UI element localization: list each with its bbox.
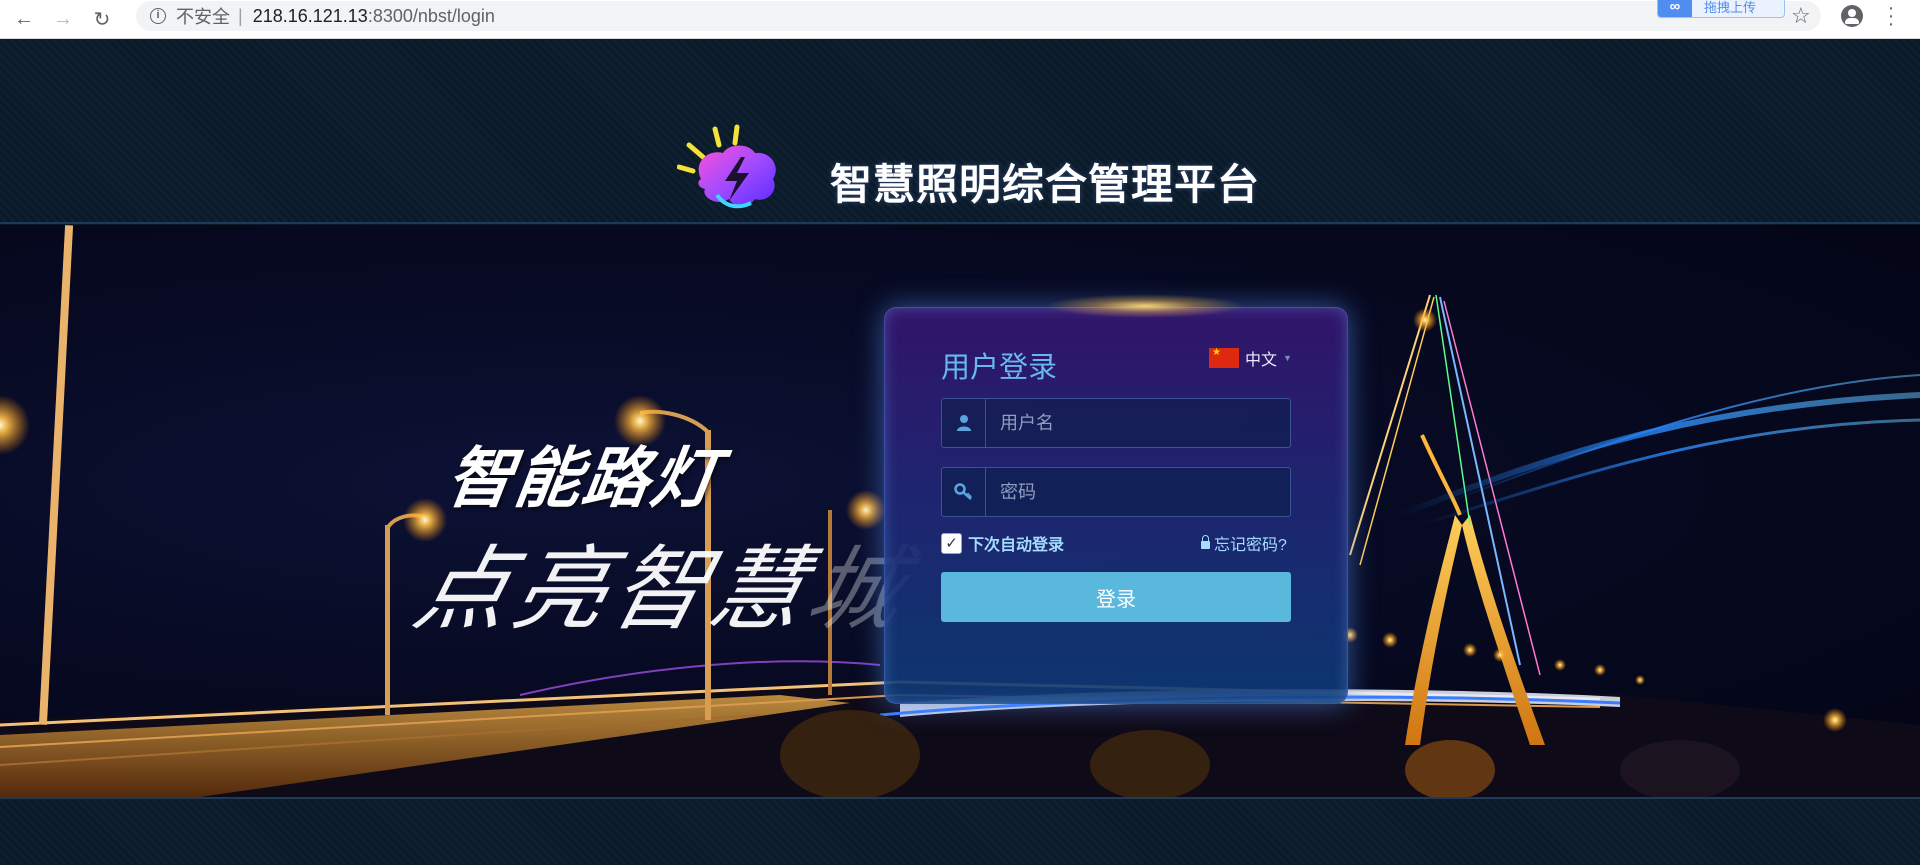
account-icon[interactable] <box>1841 5 1863 27</box>
slogan-script-text: 点亮智慧 <box>404 536 824 643</box>
back-icon[interactable]: ← <box>9 4 39 34</box>
forgot-password-link[interactable]: 忘记密码? <box>1201 531 1287 555</box>
slogan-script: 点亮智慧城 <box>403 515 926 648</box>
slogan-main: 智能路灯 <box>442 441 725 515</box>
remember-me[interactable]: ✓ 下次自动登录 <box>941 531 1064 555</box>
remember-label: 下次自动登录 <box>968 537 1065 554</box>
star-icon[interactable]: ☆ <box>1791 3 1811 29</box>
username-input[interactable] <box>986 399 1290 447</box>
reload-icon[interactable]: ↻ <box>87 4 117 34</box>
url-separator: | <box>238 5 243 26</box>
language-selector[interactable]: 中文 ▼ <box>1209 346 1292 370</box>
forgot-password-label: 忘记密码? <box>1214 537 1287 554</box>
user-icon <box>942 399 986 447</box>
browser-toolbar: ← → ↻ i 不安全 | 218.16.121.13:8300/nbst/lo… <box>0 0 1920 39</box>
extension-logo-icon: ∞ <box>1658 0 1692 17</box>
remember-checkbox[interactable]: ✓ <box>941 532 962 554</box>
address-bar[interactable]: i 不安全 | 218.16.121.13:8300/nbst/login <box>136 1 1821 31</box>
page-footer <box>0 797 1920 865</box>
chevron-down-icon: ▼ <box>1283 353 1292 363</box>
page-header: 智慧照明综合管理平台 <box>0 39 1920 224</box>
lock-icon <box>1201 535 1210 549</box>
password-input[interactable] <box>986 468 1290 516</box>
security-label: 不安全 <box>176 7 230 27</box>
username-field[interactable] <box>941 398 1291 448</box>
site-title: 智慧照明综合管理平台 <box>830 161 1261 208</box>
key-icon <box>942 468 986 516</box>
url-path: :8300/nbst/login <box>367 5 495 26</box>
login-title: 用户登录 <box>941 352 1058 384</box>
panel-glow <box>1045 294 1245 318</box>
url-host: 218.16.121.13 <box>252 5 368 26</box>
login-panel: 用户登录 中文 ▼ ✓ 下次自动登录 忘记密码? 登录 <box>884 294 1348 704</box>
info-icon[interactable]: i <box>150 8 166 24</box>
language-label: 中文 <box>1245 352 1278 369</box>
extension-label: 拖拽上传 <box>1704 0 1757 15</box>
china-flag-icon <box>1209 347 1239 368</box>
login-button[interactable]: 登录 <box>941 572 1291 622</box>
upload-extension-button[interactable]: ∞ 拖拽上传 <box>1657 0 1785 18</box>
menu-icon[interactable]: · · · <box>1886 0 1896 34</box>
brain-logo-icon <box>677 124 776 209</box>
password-field[interactable] <box>941 467 1291 517</box>
forward-icon[interactable]: → <box>48 4 78 34</box>
